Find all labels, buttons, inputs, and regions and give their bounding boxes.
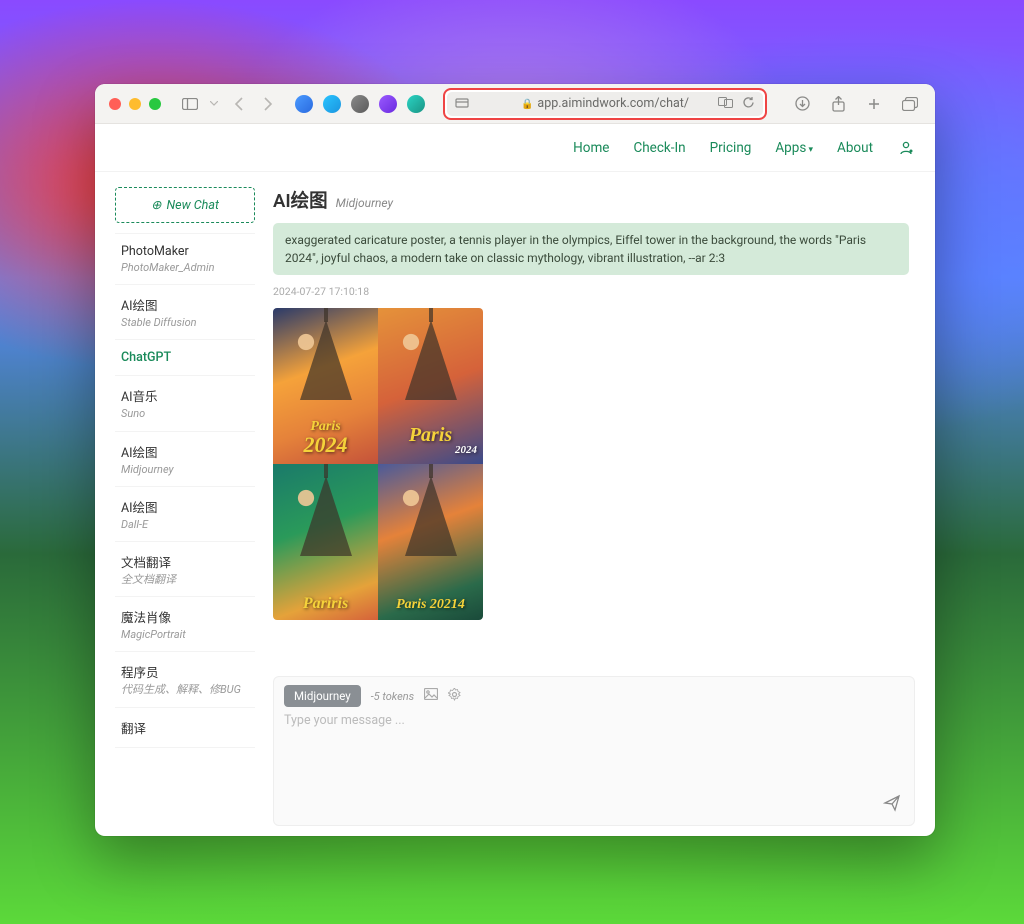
- nav-checkin[interactable]: Check-In: [633, 140, 685, 156]
- model-badge[interactable]: Midjourney: [284, 685, 361, 707]
- new-tab-icon[interactable]: [863, 93, 885, 115]
- sidebar-item-translate[interactable]: 翻译: [115, 708, 255, 748]
- sidebar-item-title: 程序员: [121, 662, 249, 681]
- main-panel: AI绘图 Midjourney exaggerated caricature p…: [273, 187, 915, 826]
- sidebar-item-title: 文档翻译: [121, 552, 249, 571]
- user-prompt-bubble: exaggerated caricature poster, a tennis …: [273, 223, 909, 275]
- share-icon[interactable]: [827, 93, 849, 115]
- sidebar-item-title: 翻译: [121, 718, 249, 737]
- sidebar-item-title: AI绘图: [121, 295, 249, 314]
- toolbar-dropdown-icon[interactable]: [209, 93, 219, 115]
- sidebar-item-title: PhotoMaker: [121, 244, 249, 259]
- nav-home[interactable]: Home: [573, 140, 609, 156]
- chat-subtitle: Midjourney: [336, 196, 393, 210]
- minimize-window-button[interactable]: [129, 98, 141, 110]
- favorite-icon[interactable]: [323, 95, 341, 113]
- sidebar-item-title: 魔法肖像: [121, 607, 249, 626]
- token-cost: -5 tokens: [371, 690, 414, 703]
- forward-button[interactable]: [257, 93, 279, 115]
- nav-about[interactable]: About: [837, 140, 873, 156]
- sidebar-item-title: AI音乐: [121, 386, 249, 405]
- favorite-icon[interactable]: [351, 95, 369, 113]
- address-bar-highlight: 🔒app.aimindwork.com/chat/: [443, 88, 767, 120]
- site-settings-icon[interactable]: [455, 97, 469, 111]
- nav-pricing[interactable]: Pricing: [710, 140, 752, 156]
- browser-titlebar: 🔒app.aimindwork.com/chat/: [95, 84, 935, 124]
- sidebar-item-sub: Dall-E: [121, 518, 249, 531]
- favorite-icon[interactable]: [295, 95, 313, 113]
- sidebar-item-sub: MagicPortrait: [121, 628, 249, 641]
- lock-icon: 🔒: [521, 99, 533, 110]
- maximize-window-button[interactable]: [149, 98, 161, 110]
- message-composer: Midjourney -5 tokens: [273, 676, 915, 826]
- downloads-icon[interactable]: [791, 93, 813, 115]
- plus-icon: ⊕: [151, 197, 161, 213]
- generated-image-grid[interactable]: Paris2024 Paris2024 Pariris Paris 2: [273, 308, 483, 620]
- url-text: 🔒app.aimindwork.com/chat/: [521, 96, 689, 111]
- sidebar-item-sub: 代码生成、解释、修BUG: [121, 683, 249, 696]
- sidebar-item-dalle[interactable]: AI绘图 Dall-E: [115, 487, 255, 542]
- sidebar-item-sub: Suno: [121, 407, 249, 420]
- sidebar-item-sub: Midjourney: [121, 463, 249, 476]
- tabs-overview-icon[interactable]: [899, 93, 921, 115]
- sidebar-item-sub: PhotoMaker_Admin: [121, 261, 249, 274]
- sidebar: ⊕ New Chat PhotoMaker PhotoMaker_Admin A…: [115, 187, 255, 826]
- user-menu-icon[interactable]: [897, 139, 915, 157]
- sidebar-item-sub: 全文档翻译: [121, 573, 249, 586]
- sidebar-item-suno[interactable]: AI音乐 Suno: [115, 376, 255, 431]
- sidebar-item-sub: Stable Diffusion: [121, 316, 249, 329]
- safari-window: 🔒app.aimindwork.com/chat/: [95, 84, 935, 836]
- new-chat-button[interactable]: ⊕ New Chat: [115, 187, 255, 223]
- nav-apps[interactable]: Apps: [775, 140, 813, 156]
- sidebar-item-title: ChatGPT: [121, 350, 249, 365]
- sidebar-item-title: AI绘图: [121, 442, 249, 461]
- sidebar-item-title: AI绘图: [121, 497, 249, 516]
- address-bar[interactable]: 🔒app.aimindwork.com/chat/: [447, 92, 763, 116]
- sidebar-item-photomaker[interactable]: PhotoMaker PhotoMaker_Admin: [115, 233, 255, 285]
- sidebar-item-doctranslate[interactable]: 文档翻译 全文档翻译: [115, 542, 255, 597]
- prompt-text: exaggerated caricature poster, a tennis …: [285, 233, 866, 265]
- new-chat-label: New Chat: [167, 198, 219, 213]
- chat-scroll-area[interactable]: exaggerated caricature poster, a tennis …: [273, 223, 915, 668]
- sidebar-item-chatgpt[interactable]: ChatGPT: [115, 340, 255, 376]
- sidebar-toggle-icon[interactable]: [179, 93, 201, 115]
- translate-icon[interactable]: [718, 96, 734, 112]
- image-tile: Paris 20214: [378, 464, 483, 620]
- image-tile: Pariris: [273, 464, 378, 620]
- reload-icon[interactable]: [742, 96, 755, 112]
- favorites-icons: [295, 95, 425, 113]
- sidebar-item-magicportrait[interactable]: 魔法肖像 MagicPortrait: [115, 597, 255, 652]
- message-timestamp: 2024-07-27 17:10:18: [273, 285, 909, 298]
- chat-header: AI绘图 Midjourney: [273, 187, 915, 213]
- sidebar-item-programmer[interactable]: 程序员 代码生成、解释、修BUG: [115, 652, 255, 707]
- image-tile: Paris2024: [273, 308, 378, 464]
- back-button[interactable]: [227, 93, 249, 115]
- chat-title: AI绘图: [273, 187, 328, 213]
- favorite-icon[interactable]: [379, 95, 397, 113]
- image-attach-icon[interactable]: [424, 688, 438, 704]
- send-button[interactable]: [880, 791, 904, 815]
- sidebar-item-midjourney[interactable]: AI绘图 Midjourney: [115, 432, 255, 487]
- top-navigation: Home Check-In Pricing Apps About: [95, 124, 935, 172]
- window-controls: [109, 98, 161, 110]
- page-content: Home Check-In Pricing Apps About ⊕ New C…: [95, 124, 935, 836]
- message-input[interactable]: [284, 713, 904, 791]
- image-tile: Paris2024: [378, 308, 483, 464]
- settings-icon[interactable]: [448, 688, 461, 705]
- sidebar-item-sd[interactable]: AI绘图 Stable Diffusion: [115, 285, 255, 340]
- close-window-button[interactable]: [109, 98, 121, 110]
- favorite-icon[interactable]: [407, 95, 425, 113]
